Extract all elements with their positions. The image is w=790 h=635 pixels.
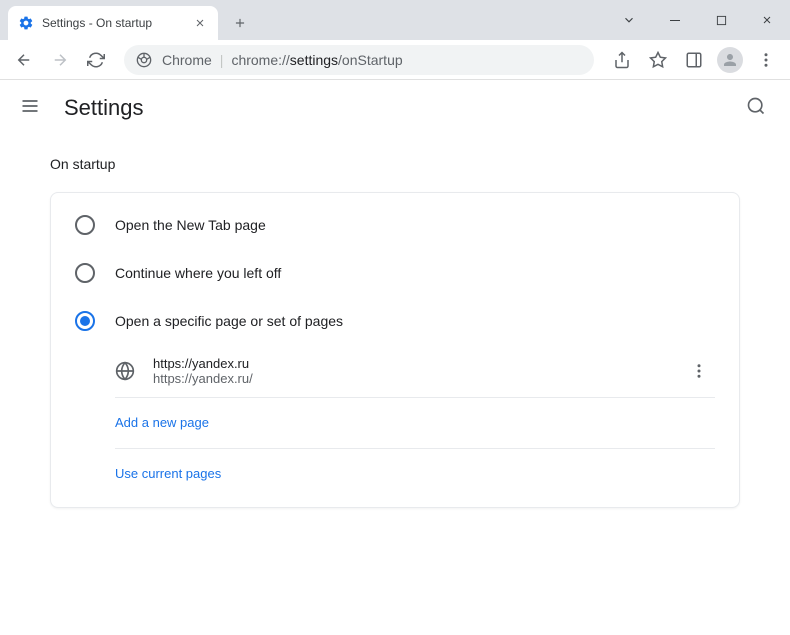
radio-continue[interactable]: Continue where you left off <box>51 249 739 297</box>
add-page-link[interactable]: Add a new page <box>115 398 715 448</box>
browser-tab[interactable]: Settings - On startup <box>8 6 218 40</box>
pages-subsection: https://yandex.ru https://yandex.ru/ Add… <box>115 345 715 499</box>
radio-icon <box>75 311 95 331</box>
more-options-button[interactable] <box>683 355 715 387</box>
address-text: Chrome | chrome://settings/onStartup <box>162 52 403 68</box>
menu-icon[interactable] <box>750 44 782 76</box>
close-window-button[interactable] <box>744 0 790 40</box>
maximize-button[interactable] <box>698 0 744 40</box>
new-tab-button[interactable] <box>226 9 254 37</box>
page-entry-title: https://yandex.ru <box>153 356 683 371</box>
share-icon[interactable] <box>606 44 638 76</box>
radio-icon <box>75 215 95 235</box>
side-panel-icon[interactable] <box>678 44 710 76</box>
use-current-pages-link[interactable]: Use current pages <box>115 448 715 499</box>
address-bar[interactable]: Chrome | chrome://settings/onStartup <box>124 45 594 75</box>
globe-icon <box>115 361 135 381</box>
page-info: https://yandex.ru https://yandex.ru/ <box>153 356 683 386</box>
minimize-button[interactable] <box>652 0 698 40</box>
chrome-icon <box>136 52 152 68</box>
toolbar: Chrome | chrome://settings/onStartup <box>0 40 790 80</box>
radio-new-tab[interactable]: Open the New Tab page <box>51 201 739 249</box>
page-title: Settings <box>64 95 746 121</box>
radio-label: Open a specific page or set of pages <box>115 313 343 329</box>
bookmark-icon[interactable] <box>642 44 674 76</box>
startup-page-row: https://yandex.ru https://yandex.ru/ <box>115 345 715 398</box>
titlebar: Settings - On startup <box>0 0 790 40</box>
reload-button[interactable] <box>80 44 112 76</box>
hamburger-icon[interactable] <box>20 96 44 120</box>
content: On startup Open the New Tab page Continu… <box>0 136 790 528</box>
back-button[interactable] <box>8 44 40 76</box>
window-controls <box>606 0 790 40</box>
profile-avatar[interactable] <box>714 44 746 76</box>
startup-card: Open the New Tab page Continue where you… <box>50 192 740 508</box>
section-title: On startup <box>50 156 740 172</box>
tab-title: Settings - On startup <box>42 16 192 30</box>
settings-header: Settings <box>0 80 790 136</box>
chevron-down-icon[interactable] <box>606 0 652 40</box>
search-icon[interactable] <box>746 96 770 120</box>
forward-button[interactable] <box>44 44 76 76</box>
page-entry-url: https://yandex.ru/ <box>153 371 683 386</box>
radio-icon <box>75 263 95 283</box>
radio-label: Continue where you left off <box>115 265 281 281</box>
radio-label: Open the New Tab page <box>115 217 266 233</box>
close-icon[interactable] <box>192 15 208 31</box>
gear-icon <box>18 15 34 31</box>
radio-specific-pages[interactable]: Open a specific page or set of pages <box>51 297 739 345</box>
